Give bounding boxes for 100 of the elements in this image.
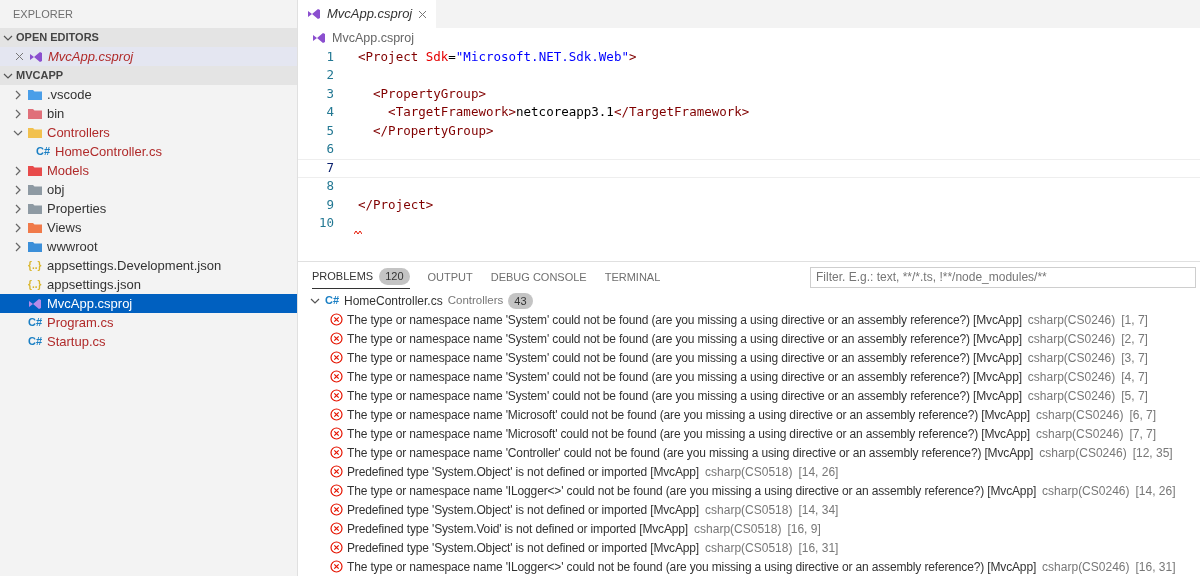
line-number: 2 [325, 66, 334, 85]
panel-tab[interactable]: PROBLEMS 120 [312, 265, 410, 289]
code-line: <Project Sdk="Microsoft.NET.Sdk.Web"> [358, 47, 637, 66]
close-icon [418, 9, 428, 19]
tab-label: MvcApp.csproj [327, 5, 413, 24]
close-icon [15, 52, 24, 61]
line-number: 5 [325, 121, 334, 140]
line-number: 6 [325, 140, 334, 159]
sidebar-title: EXPLORER [12, 6, 74, 22]
file-name: Program.cs [47, 313, 114, 332]
json-icon: {..} [28, 277, 42, 292]
visual-studio-icon [29, 50, 43, 63]
problem-position: [14, 26] [798, 463, 839, 481]
tree-item[interactable]: C# HomeController.cs [0, 142, 297, 161]
tree-item[interactable]: Properties [0, 199, 297, 218]
visual-studio-icon [312, 32, 326, 44]
file-name: Startup.cs [47, 332, 106, 351]
error-icon [330, 389, 343, 402]
file-name: MvcApp.csproj [48, 47, 134, 66]
problem-position: [7, 7] [1129, 425, 1157, 443]
problem-code: csharp(CS0246) [1042, 482, 1130, 500]
count-badge: 43 [508, 292, 533, 309]
json-icon: {..} [28, 258, 42, 273]
file-name: HomeController.cs [55, 142, 162, 161]
problem-message: The type or namespace name 'Controller' could not be found (are you missing a using directive or an assembly reference?) [MvcApp] [347, 444, 1034, 462]
breadcrumb[interactable]: MvcApp.csproj [332, 28, 414, 48]
problem-code: csharp(CS0246) [1036, 425, 1124, 443]
tree-item[interactable]: MvcApp.csproj [0, 294, 297, 313]
editor-tab[interactable]: MvcApp.csproj [298, 0, 437, 28]
problem-position: [16, 31] [1135, 558, 1176, 576]
tree-item[interactable]: {..} appsettings.json [0, 275, 297, 294]
open-editor-item[interactable]: MvcApp.csproj [0, 47, 297, 66]
folder-name: Controllers [447, 292, 504, 308]
section-title: MVCAPP [16, 68, 64, 84]
problem-code: csharp(CS0246) [1036, 406, 1124, 424]
folder-name: Controllers [47, 123, 110, 142]
line-number: 9 [325, 195, 334, 214]
problem-code: csharp(CS0518) [705, 501, 793, 519]
error-icon [330, 484, 343, 497]
problem-position: [14, 26] [1135, 482, 1176, 500]
tree-item[interactable]: .vscode [0, 85, 297, 104]
line-number: 7 [325, 158, 334, 177]
problem-message: The type or namespace name 'System' could not be found (are you missing a using directive or an assembly reference?) [MvcApp] [347, 349, 1022, 367]
tree-item[interactable]: C# Program.cs [0, 313, 297, 332]
error-icon [330, 351, 343, 364]
problem-position: [4, 7] [1121, 368, 1148, 386]
problem-message: The type or namespace name 'Microsoft' could not be found (are you missing a using directive or an assembly reference?) [MvcApp] [347, 406, 1031, 424]
file-name: appsettings.Development.json [47, 256, 222, 275]
folder-name: Views [47, 218, 82, 237]
problem-code: csharp(CS0246) [1027, 330, 1116, 348]
folder-name: .vscode [47, 85, 92, 104]
section-header[interactable]: MVCAPP [0, 66, 297, 85]
problem-message: The type or namespace name 'System' could not be found (are you missing a using directive or an assembly reference?) [MvcApp] [347, 311, 1022, 329]
tree-item[interactable]: wwwroot [0, 237, 297, 256]
problem-message: The type or namespace name 'System' could not be found (are you missing a using directive or an assembly reference?) [MvcApp] [347, 368, 1022, 386]
error-icon [330, 332, 343, 345]
tree-item[interactable]: obj [0, 180, 297, 199]
problem-code: csharp(CS0246) [1027, 368, 1116, 386]
problem-position: [6, 7] [1129, 406, 1157, 424]
file-name: MvcApp.csproj [47, 294, 133, 313]
problem-position: [5, 7] [1121, 387, 1148, 405]
problem-code: csharp(CS0246) [1027, 387, 1116, 405]
tree-item[interactable]: Controllers [0, 123, 297, 142]
problem-message: The type or namespace name 'System' could not be found (are you missing a using directive or an assembly reference?) [MvcApp] [347, 330, 1022, 348]
line-number: 8 [325, 177, 334, 196]
error-icon [330, 541, 343, 554]
problem-position: [3, 7] [1121, 349, 1148, 367]
code-line: </PropertyGroup> [372, 121, 494, 140]
problem-position: [14, 34] [798, 501, 839, 519]
problem-code: csharp(CS0518) [705, 539, 793, 557]
tree-item[interactable]: C# Startup.cs [0, 332, 297, 351]
folder-name: obj [47, 180, 65, 199]
problem-position: [16, 31] [798, 539, 839, 557]
problem-group[interactable]: C# HomeController.cs Controllers 43 [298, 291, 1200, 310]
filter-field[interactable]: Filter. E.g.: text, **/*.ts, !**/node_modules/** [810, 266, 1196, 288]
problem-code: csharp(CS0518) [705, 463, 793, 481]
problem-position: [12, 35] [1132, 444, 1173, 462]
tree-item[interactable]: bin [0, 104, 297, 123]
error-icon [330, 427, 343, 440]
line-number: 10 [317, 214, 334, 233]
problem-message: The type or namespace name 'Microsoft' could not be found (are you missing a using directive or an assembly reference?) [MvcApp] [347, 425, 1031, 443]
line-number: 1 [325, 47, 334, 66]
problem-message: Predefined type 'System.Object' is not defined or imported [MvcApp] [347, 539, 700, 557]
problem-message: The type or namespace name 'ILogger<>' could not be found (are you missing a using directive or an assembly reference?) [MvcApp] [347, 558, 1037, 576]
csharp-icon: C# [36, 143, 50, 160]
file-name: appsettings.json [47, 275, 141, 294]
tree-item[interactable]: {..} appsettings.Development.json [0, 256, 297, 275]
folder-name: wwwroot [47, 237, 98, 256]
error-icon [330, 465, 343, 478]
tree-item[interactable]: Views [0, 218, 297, 237]
error-icon [330, 313, 343, 326]
line-number: 4 [325, 103, 334, 122]
line-number: 3 [325, 84, 334, 103]
file-name: HomeController.cs [344, 292, 443, 310]
error-icon [330, 560, 343, 573]
section-header[interactable]: OPEN EDITORS [0, 28, 297, 47]
tab-label: PROBLEMS [312, 269, 374, 285]
problem-code: csharp(CS0518) [694, 520, 782, 538]
problem-message: The type or namespace name 'System' could not be found (are you missing a using directive or an assembly reference?) [MvcApp] [347, 387, 1022, 405]
tree-item[interactable]: Models [0, 161, 297, 180]
